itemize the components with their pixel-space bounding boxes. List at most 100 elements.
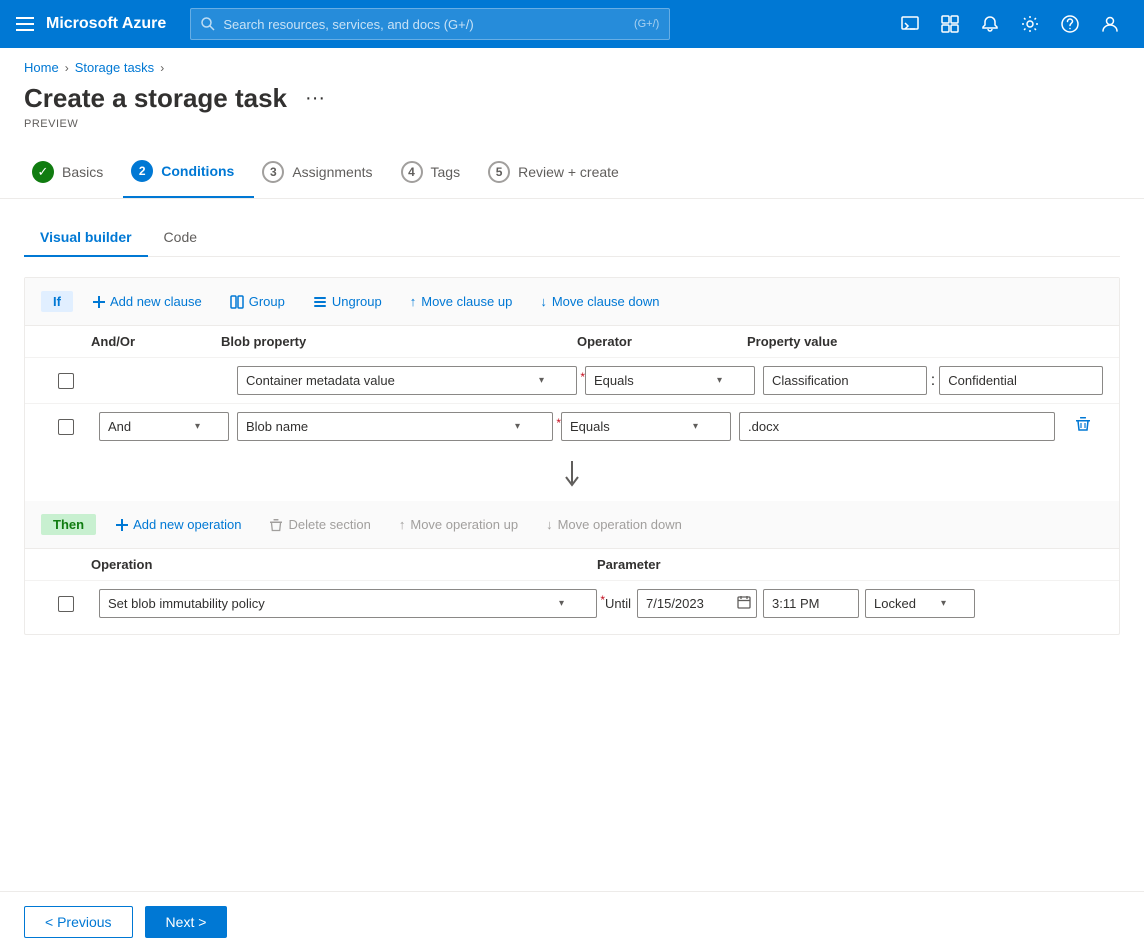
calendar-icon[interactable] xyxy=(737,595,751,612)
blob-property-select-2[interactable]: Blob name ▾ xyxy=(237,412,553,441)
blob-property-value-1: Container metadata value xyxy=(246,373,395,388)
builder-card: If Add new clause Group Ungroup ↑ Move c… xyxy=(24,277,1120,635)
and-or-select-2[interactable]: And ▾ xyxy=(99,412,229,441)
add-new-operation-button[interactable]: Add new operation xyxy=(108,513,249,536)
locked-arrow: ▾ xyxy=(941,598,946,609)
wizard-step-review[interactable]: 5 Review + create xyxy=(480,147,639,197)
terminal-icon[interactable] xyxy=(892,6,928,42)
hamburger-menu[interactable] xyxy=(16,15,34,33)
clause-table-header: And/Or Blob property Operator Property v… xyxy=(25,326,1119,357)
group-button[interactable]: Group xyxy=(222,290,293,313)
step-check-basics: ✓ xyxy=(32,161,54,183)
move-op-down-label: Move operation down xyxy=(558,517,682,532)
property-value-input-2[interactable] xyxy=(739,412,1055,441)
page-title-area: Create a storage task ··· xyxy=(0,75,1144,118)
move-clause-up-label: Move clause up xyxy=(421,294,512,309)
blob-property-select-1[interactable]: Container metadata value ▾ xyxy=(237,366,577,395)
op-checkbox-1[interactable] xyxy=(58,596,74,612)
wizard-step-tags[interactable]: 4 Tags xyxy=(393,147,481,197)
blob-property-arrow-1: ▾ xyxy=(539,375,544,386)
operation-select[interactable]: Set blob immutability policy ▾ xyxy=(99,589,597,618)
step-label-conditions: Conditions xyxy=(161,163,234,179)
locked-value: Locked xyxy=(874,596,916,611)
param-group: Until Locked ▾ xyxy=(605,589,1103,618)
breadcrumb-storage-tasks[interactable]: Storage tasks xyxy=(75,60,155,75)
nav-icons xyxy=(892,6,1128,42)
step-label-assignments: Assignments xyxy=(292,164,372,180)
breadcrumb-sep-1: › xyxy=(65,61,69,75)
operator-arrow-2: ▾ xyxy=(693,421,698,432)
tab-code[interactable]: Code xyxy=(148,219,213,257)
bottom-nav: < Previous Next > xyxy=(0,891,1144,952)
operation-arrow: ▾ xyxy=(559,598,564,609)
previous-button[interactable]: < Previous xyxy=(24,906,133,938)
wizard-step-conditions[interactable]: 2 Conditions xyxy=(123,146,254,198)
operator-select-wrap-1: Equals ▾ xyxy=(585,366,755,395)
tab-visual-builder-label: Visual builder xyxy=(40,229,132,245)
operator-select-2[interactable]: Equals ▾ xyxy=(561,412,731,441)
step-label-basics: Basics xyxy=(62,164,103,180)
property-value-input-1a[interactable] xyxy=(763,366,927,395)
step-num-conditions: 2 xyxy=(131,160,153,182)
add-new-clause-button[interactable]: Add new clause xyxy=(85,290,210,313)
then-section-header: Then Add new operation Delete section ↑ … xyxy=(25,501,1119,549)
next-button[interactable]: Next > xyxy=(145,906,228,938)
delete-clause-icon[interactable] xyxy=(1071,412,1095,441)
step-label-tags: Tags xyxy=(431,164,461,180)
delete-row-2[interactable] xyxy=(1063,412,1103,441)
search-placeholder: Search resources, services, and docs (G+… xyxy=(223,17,473,32)
clause-row-2: And ▾ Blob name ▾ * Equals ▾ xyxy=(25,403,1119,449)
move-op-up-label: Move operation up xyxy=(410,517,518,532)
preview-label: PREVIEW xyxy=(0,118,1144,146)
and-or-arrow-2: ▾ xyxy=(195,421,200,432)
breadcrumb-home[interactable]: Home xyxy=(24,60,59,75)
op-col-check xyxy=(41,557,91,572)
blob-property-select-wrap-1: Container metadata value ▾ * xyxy=(237,366,577,395)
tab-visual-builder[interactable]: Visual builder xyxy=(24,219,148,257)
operator-select-1[interactable]: Equals ▾ xyxy=(585,366,755,395)
move-clause-up-button[interactable]: ↑ Move clause up xyxy=(402,290,521,313)
clause-row-1: Container metadata value ▾ * Equals ▾ : xyxy=(25,357,1119,403)
clause-checkbox-2[interactable] xyxy=(58,419,74,435)
wizard-step-assignments[interactable]: 3 Assignments xyxy=(254,147,392,197)
time-input[interactable] xyxy=(763,589,859,618)
dashboard-icon[interactable] xyxy=(932,6,968,42)
step-num-tags: 4 xyxy=(401,161,423,183)
move-operation-up-button[interactable]: ↑ Move operation up xyxy=(391,513,526,536)
then-badge: Then xyxy=(41,514,96,535)
page-title: Create a storage task xyxy=(24,83,287,114)
property-value-input-1b[interactable] xyxy=(939,366,1103,395)
settings-icon[interactable] xyxy=(1012,6,1048,42)
wizard-step-basics[interactable]: ✓ Basics xyxy=(24,147,123,197)
more-options-button[interactable]: ··· xyxy=(297,83,333,114)
breadcrumb-sep-2: › xyxy=(160,61,164,75)
group-label: Group xyxy=(249,294,285,309)
locked-select[interactable]: Locked ▾ xyxy=(865,589,975,618)
tab-code-label: Code xyxy=(164,229,197,245)
delete-section-button[interactable]: Delete section xyxy=(261,513,378,536)
op-row-1: Set blob immutability policy ▾ * Until xyxy=(25,580,1119,634)
top-nav: Microsoft Azure Search resources, servic… xyxy=(0,0,1144,48)
builder-tabs: Visual builder Code xyxy=(24,219,1120,257)
step-num-assignments: 3 xyxy=(262,161,284,183)
clause-checkbox-1[interactable] xyxy=(58,373,74,389)
property-value-group-2 xyxy=(739,412,1055,441)
op-table-header: Operation Parameter xyxy=(25,549,1119,580)
op-col-parameter: Parameter xyxy=(597,557,1103,572)
operation-value: Set blob immutability policy xyxy=(108,596,265,611)
move-clause-down-label: Move clause down xyxy=(552,294,660,309)
ungroup-button[interactable]: Ungroup xyxy=(305,290,390,313)
blob-property-value-2: Blob name xyxy=(246,419,308,434)
until-label: Until xyxy=(605,596,631,611)
and-or-select-wrap-2: And ▾ xyxy=(99,412,229,441)
move-operation-down-button[interactable]: ↓ Move operation down xyxy=(538,513,690,536)
account-icon[interactable] xyxy=(1092,6,1128,42)
ungroup-label: Ungroup xyxy=(332,294,382,309)
move-clause-down-button[interactable]: ↓ Move clause down xyxy=(532,290,667,313)
search-bar[interactable]: Search resources, services, and docs (G+… xyxy=(190,8,670,40)
colon-sep-1: : xyxy=(931,372,935,390)
notifications-icon[interactable] xyxy=(972,6,1008,42)
page-wrapper: Home › Storage tasks › Create a storage … xyxy=(0,48,1144,952)
blob-property-arrow-2: ▾ xyxy=(515,421,520,432)
help-icon[interactable] xyxy=(1052,6,1088,42)
